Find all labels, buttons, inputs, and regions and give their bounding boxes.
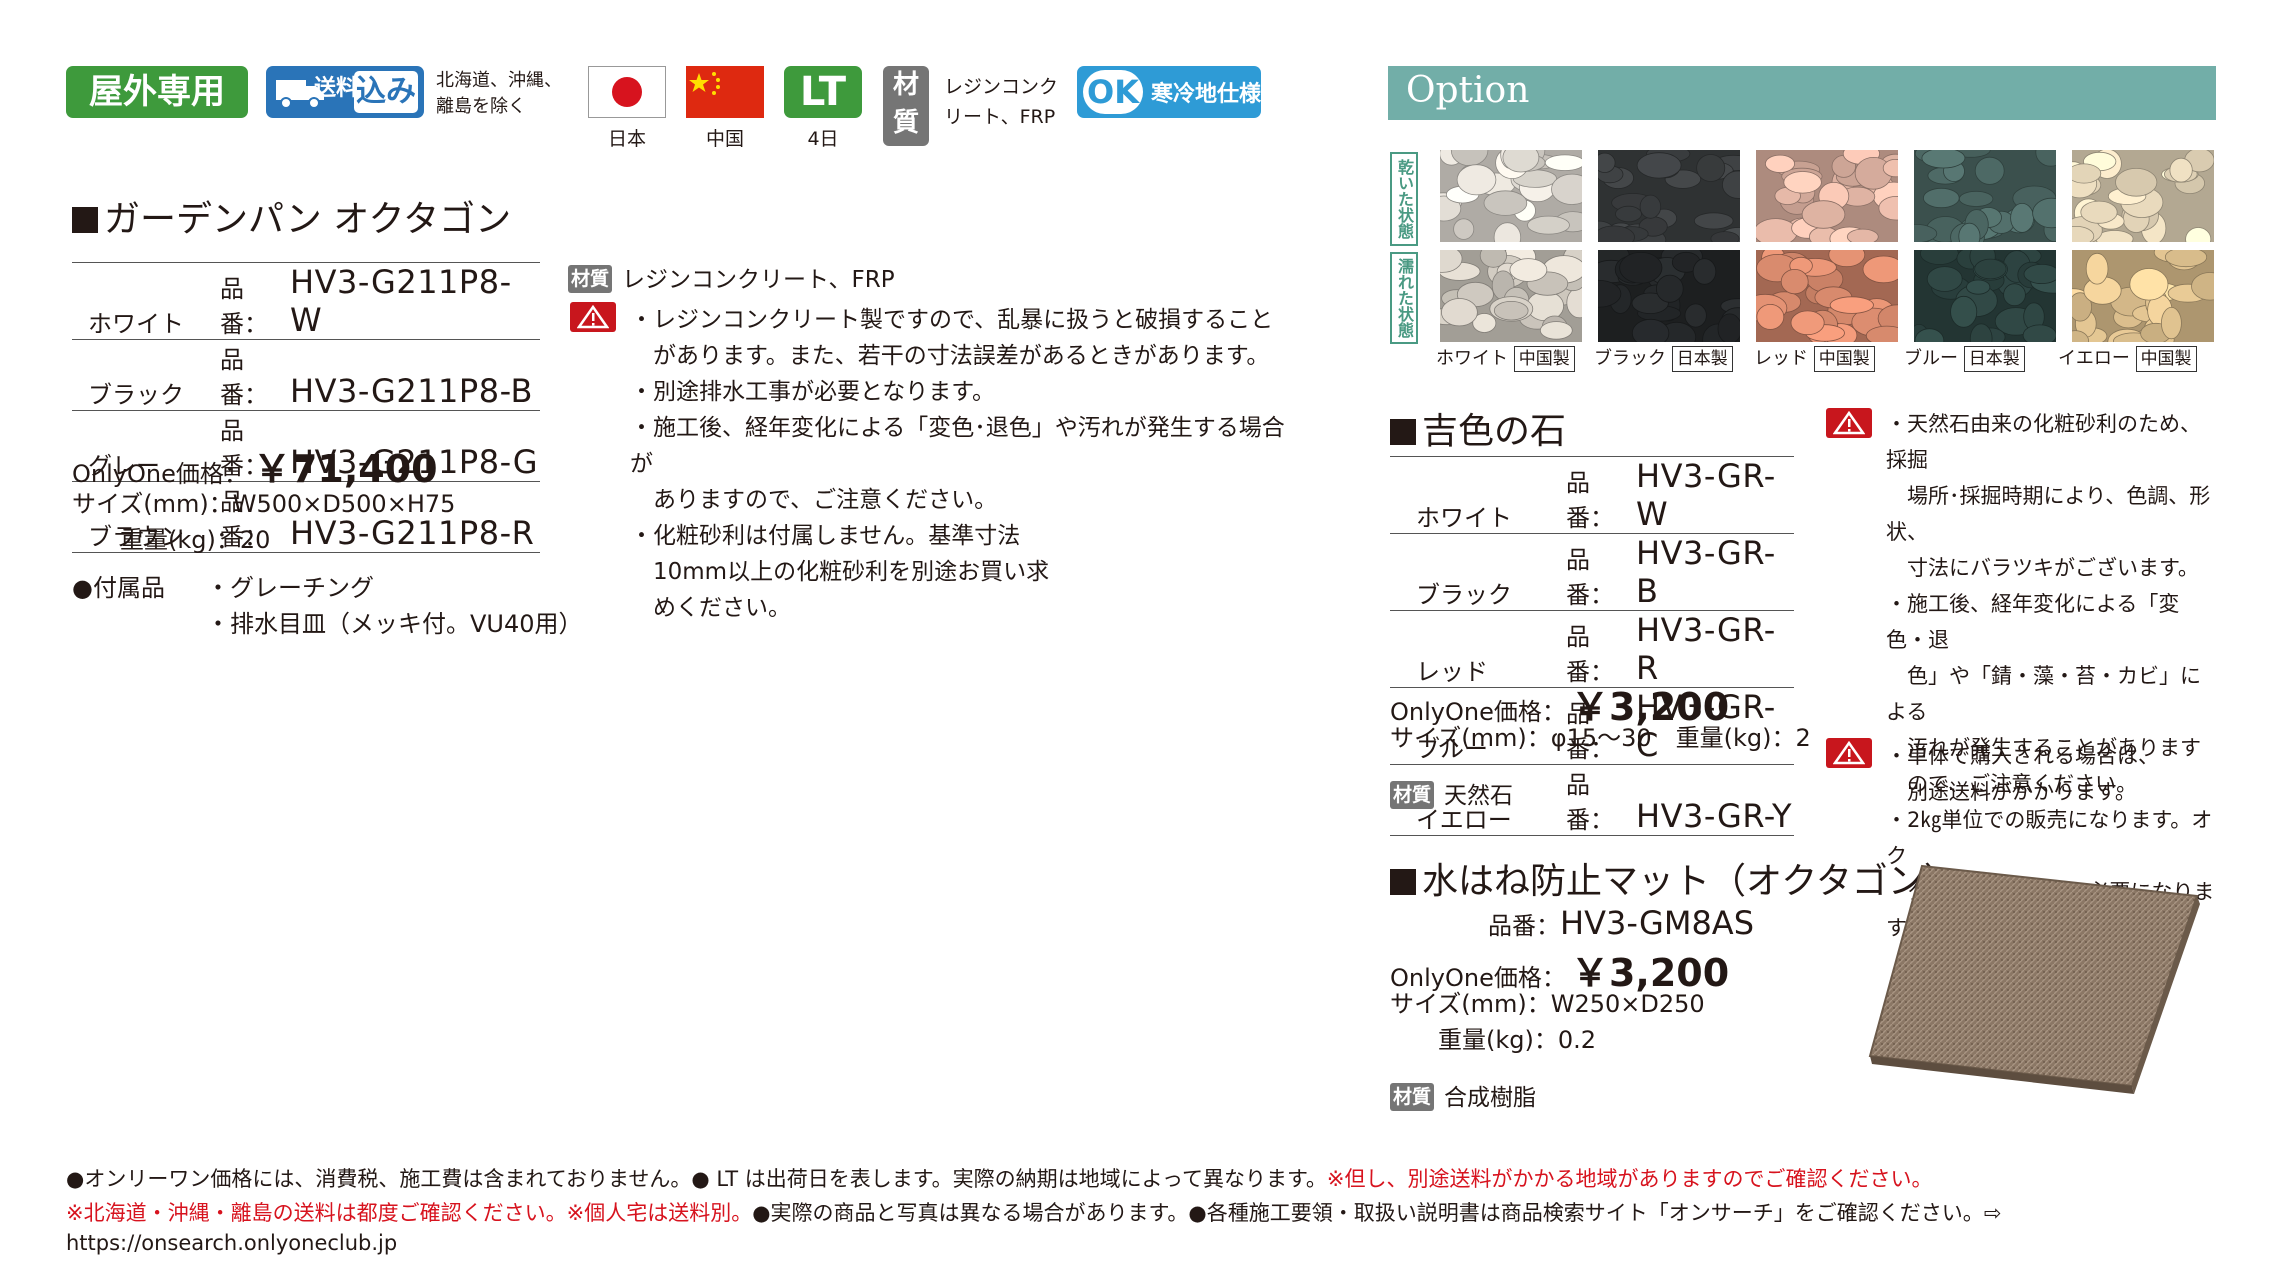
stone-swatch-wet [1914,250,2056,342]
table-row: ホワイト 品番： HV3-GR-W [1390,456,1794,534]
option-title: Option [1406,70,1530,111]
note-line: があります。また、若干の寸法誤差があるときがあります。 [630,343,1270,369]
note-line: 寸法にバラツキがございます。 [1886,556,2199,580]
lead-time-badge: LT [784,66,862,118]
footer-line-1: ●オンリーワン価格には、消費税、施工費は含まれておりません。● LT は出荷日を… [66,1167,1933,1191]
table-row: ブラック 品番： HV3-GR-B [1390,533,1794,611]
main-price-row: OnlyOne価格： ￥71,400 [72,438,438,493]
stone-swatch-wet [2072,250,2214,342]
ok-label: OK [1083,70,1143,114]
stone-swatch-wet [1440,250,1582,342]
note-line: ・別途排水工事が必要となります。 [630,379,996,405]
option-header-bar: Option [1388,66,2216,120]
accessories-list: ・グレーチング ・排水目皿（メッキ付。VU40用） [206,570,583,642]
shipping-exclusion-note: 北海道、沖縄、 離島を除く [436,70,562,117]
cold-region-badge: OK 寒冷地仕様 [1077,66,1261,118]
shipping-included-label: 込み [354,71,418,113]
main-product-notes: ・レジンコンクリート製ですので、乱暴に扱うと破損すること があります。また、若干… [630,302,1290,626]
dry-state-label: 乾いた状態 [1390,152,1418,246]
accessories-label: ●付属品 [72,574,165,602]
shipping-label: 送料 [314,76,359,101]
table-row: ブラック 品番： HV3-G211P8-B [72,339,540,411]
warning-icon [1826,738,1872,768]
wet-state-label: 濡れた状態 [1390,252,1418,344]
stone-swatch-grid [1440,150,2216,356]
note-line: ・レジンコンクリート製ですので、乱暴に扱うと破損すること [630,307,1274,333]
note-line: ・単体で購入される場合は、 [1886,744,2159,768]
stone-caption-row: ホワイト 中国製 ブラック 日本製 レッド 中国製 ブルー 日本製 イエロー 中… [1436,344,2216,374]
stone-caption: ホワイト 中国製 [1436,344,1575,372]
main-weight-row: 重量(kg)：20 [120,526,271,554]
note-line: 別途送料がかかります。 [1886,780,2136,804]
stone-caption: イエロー 中国製 [2058,344,2197,372]
origin-japan-caption: 日本 [607,128,646,150]
cold-region-label: 寒冷地仕様 [1151,82,1262,107]
material-small-badge: 材質 [568,265,612,293]
note-line: ・施工後、経年変化による「変色･退色」や汚れが発生する場合が [630,415,1285,477]
note-line: めください。 [630,595,791,621]
origin-china-caption: 中国 [705,128,744,150]
note-line: ・天然石由来の化粧砂利のため、採掘 [1886,412,2201,472]
material-small-badge: 材質 [1390,781,1434,809]
stone-size-weight: サイズ(mm)：φ15～30 重量(kg)：2 [1390,724,1811,752]
warning-icon [570,302,616,332]
mat-size-row: サイズ(mm)：W250×D250 [1390,990,1705,1018]
list-item: ・排水目皿（メッキ付。VU40用） [206,610,583,638]
material-note: レジンコンク リート、FRP [944,76,1059,128]
stone-caption: ブルー 日本製 [1904,344,2025,372]
table-row: ホワイト 品番： HV3-G211P8-W [72,262,540,340]
mat-weight-row: 重量(kg)：0.2 [1438,1026,1597,1054]
warning-icon [1826,408,1872,438]
main-size-row: サイズ(mm)：W500×D500×H75 [72,490,456,518]
china-flag-icon [686,66,764,118]
stone-swatch-wet [1756,250,1898,342]
note-line: 10mm以上の化粧砂利を別途お買い求 [630,559,1050,585]
stone-material-row: 材質 天然石 [1390,776,1513,810]
mat-material-row: 材質 合成樹脂 [1390,1078,1536,1112]
note-line: 色」や「錆・藻・苔・カビ」による [1886,664,2201,724]
main-material-row: 材質 レジンコンクリート、FRP [568,260,895,294]
note-line: ありますので、ご注意ください。 [630,487,998,513]
mat-product-image [1868,864,2200,1094]
note-line: ・施工後、経年変化による「変色・退 [1886,592,2180,652]
material-small-badge: 材質 [1390,1083,1434,1111]
japan-flag-icon [588,66,666,118]
square-bullet-icon [1390,869,1416,895]
main-product-title: ガーデンパン オクタゴン [72,190,511,242]
material-badge: 材 質 [883,66,929,146]
stone-product-title: 吉色の石 [1390,402,1566,454]
note-line: 場所･採掘時期により、色調、形状、 [1886,484,2211,544]
note-line: ・化粧砂利は付属しません。基準寸法 [630,523,1021,549]
square-bullet-icon [72,207,98,233]
shipping-included-badge: 送料 込み [266,66,424,118]
stone-swatch-dry [2072,150,2214,242]
stone-caption: レッド 中国製 [1754,344,1875,372]
price-label: OnlyOne価格： [72,460,248,488]
stone-swatch-dry [1440,150,1582,242]
stone-swatch-dry [1914,150,2056,242]
stone-swatch-dry [1756,150,1898,242]
square-bullet-icon [1390,419,1416,445]
stone-swatch-wet [1598,250,1740,342]
lead-time-caption: 4日 [807,128,839,150]
stone-caption: ブラック 日本製 [1594,344,1733,372]
mat-code-row: 品番：HV3-GM8AS [1488,904,1754,942]
footer-line-2: ※北海道・沖縄・離島の送料は都度ご確認ください。※個人宅は送料別。●実際の商品と… [66,1201,2002,1255]
list-item: ・グレーチング [206,574,374,602]
outdoor-only-badge: 屋外専用 [66,66,248,118]
stone-notes-b: ・単体で購入される場合は、 別途送料がかかります。 [1886,738,2216,810]
price-value: ￥71,400 [252,447,438,491]
stone-swatch-dry [1598,150,1740,242]
